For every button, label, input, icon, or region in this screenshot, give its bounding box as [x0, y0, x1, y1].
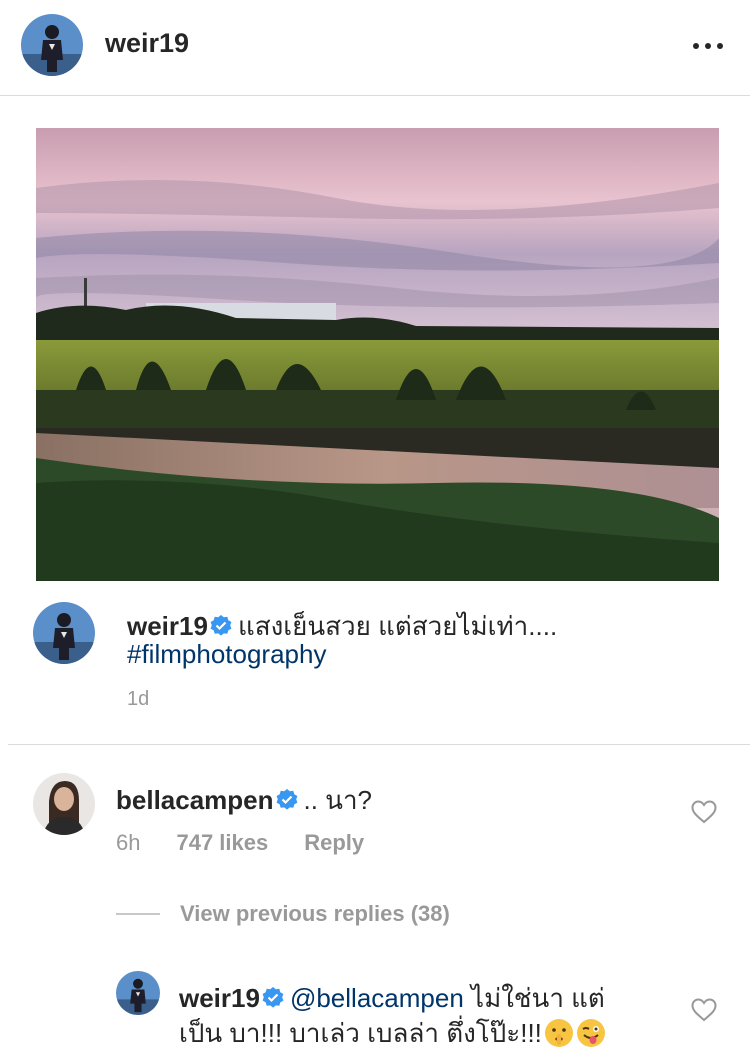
- comment-timestamp: 6h: [116, 830, 141, 855]
- reply-button[interactable]: Reply: [304, 830, 364, 855]
- more-horizontal-icon[interactable]: [690, 30, 726, 60]
- avatar[interactable]: [21, 14, 83, 76]
- reply-username[interactable]: weir19: [179, 983, 260, 1013]
- verified-badge-icon: [276, 787, 298, 818]
- winking-tongue-emoji-icon: [576, 1018, 606, 1052]
- comment-likes[interactable]: 747 likes: [176, 830, 268, 855]
- caption-timestamp: 1d: [127, 688, 150, 710]
- verified-badge-icon: [262, 985, 284, 1016]
- header-username[interactable]: weir19: [105, 28, 189, 59]
- post-photo[interactable]: [36, 128, 719, 581]
- view-previous-replies-label[interactable]: View previous replies (38): [180, 901, 450, 927]
- reply-text-line2: เป็น บา!!! บาเล่ว เบลล่า ตึ่งโป๊ะ!!!: [179, 1018, 542, 1048]
- avatar[interactable]: [33, 773, 95, 835]
- caption-username[interactable]: weir19: [127, 611, 208, 641]
- avatar[interactable]: [33, 602, 95, 664]
- reply-text-line1: ไม่ใช่นา แต่: [463, 983, 605, 1013]
- comment-username[interactable]: bellacampen: [116, 785, 274, 815]
- shush-face-emoji-icon: [544, 1018, 574, 1052]
- caption-hashtag[interactable]: #filmphotography: [127, 639, 326, 670]
- post-header: weir19: [0, 0, 750, 96]
- heart-icon[interactable]: [691, 800, 717, 824]
- avatar[interactable]: [116, 971, 160, 1015]
- caption-text: แสงเย็นสวย แต่สวยไม่เท่า....: [237, 611, 558, 641]
- divider: [8, 744, 750, 745]
- reply-mention[interactable]: @bellacampen: [290, 983, 464, 1013]
- comment-text: .. นา?: [303, 785, 373, 815]
- heart-icon[interactable]: [691, 998, 717, 1022]
- view-previous-replies[interactable]: View previous replies (38): [116, 901, 616, 927]
- divider: [116, 913, 160, 915]
